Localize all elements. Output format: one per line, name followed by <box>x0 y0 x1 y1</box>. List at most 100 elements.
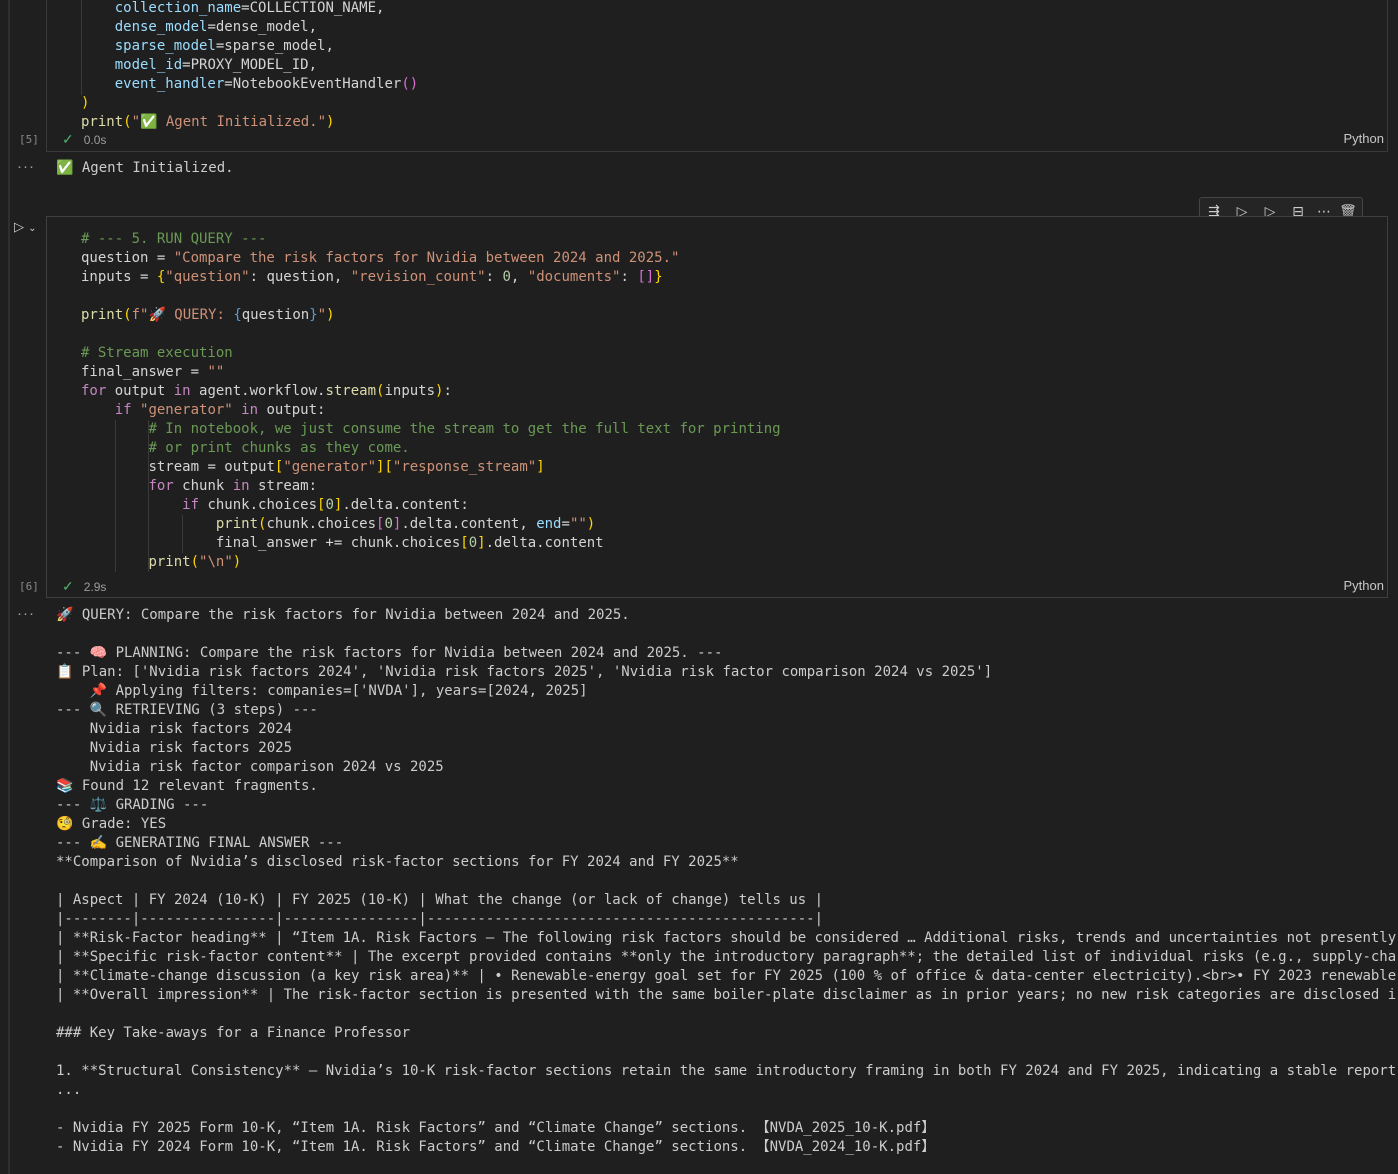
code-token: model_id <box>114 57 183 73</box>
code-token: inputs = <box>81 269 157 285</box>
code-line[interactable]: # In notebook, we just consume the strea… <box>81 420 781 439</box>
code-line[interactable]: for chunk in stream: <box>81 477 781 496</box>
code-line[interactable]: model_id=PROXY_MODEL_ID, <box>81 56 418 75</box>
code-line[interactable]: dense_model=dense_model, <box>81 18 418 37</box>
code-token: =sparse_model, <box>215 38 334 54</box>
code-line[interactable] <box>81 287 781 306</box>
output-line: --- ⚖️ GRADING --- <box>56 797 209 813</box>
code-token: question <box>81 250 157 266</box>
execution-status: ✓ 2.9s <box>62 578 106 595</box>
execution-duration: 0.0s <box>83 133 107 147</box>
code-line[interactable]: # or print chunks as they come. <box>81 439 781 458</box>
code-line[interactable]: question = "Compare the risk factors for… <box>81 249 781 268</box>
execution-status: ✓ 0.0s <box>62 131 106 148</box>
check-icon: ✓ <box>62 578 74 594</box>
code-line[interactable]: final_answer = "" <box>81 363 781 382</box>
code-token: "documents" <box>527 269 621 285</box>
code-line[interactable] <box>81 325 781 344</box>
check-icon: ✓ <box>62 131 74 147</box>
code-line[interactable]: if "generator" in output: <box>81 401 781 420</box>
output-line: 🧐 Grade: YES <box>56 816 167 832</box>
code-token: in <box>232 478 250 494</box>
code-token: sparse_model <box>114 38 216 54</box>
code-editor[interactable]: # --- 5. RUN QUERY --- question = "Compar… <box>81 230 781 572</box>
code-line[interactable]: sparse_model=sparse_model, <box>81 37 418 56</box>
run-cell-button[interactable]: ▷ ⌄ <box>14 220 37 235</box>
chevron-down-icon[interactable]: ⌄ <box>28 223 36 234</box>
code-token: 0 <box>502 269 511 285</box>
output-line: ... <box>56 1082 82 1098</box>
code-token: print <box>148 554 191 570</box>
code-line[interactable]: for output in agent.workflow.stream(inpu… <box>81 382 781 401</box>
code-token: 0 <box>384 516 393 532</box>
code-token: # In notebook, we just consume the strea… <box>148 421 781 437</box>
code-line[interactable]: final_answer += chunk.choices[0].delta.c… <box>81 534 781 553</box>
code-line[interactable]: # --- 5. RUN QUERY --- <box>81 230 781 249</box>
code-token: ) <box>326 114 335 130</box>
code-line[interactable]: inputs = {"question": question, "revisio… <box>81 268 781 287</box>
code-token: # --- 5. RUN QUERY --- <box>81 231 267 247</box>
code-line[interactable]: print("✅ Agent Initialized.") <box>81 113 418 132</box>
cell-language[interactable]: Python <box>1344 578 1384 593</box>
output-line: | **Climate-change discussion (a key ris… <box>56 968 1397 984</box>
output-line: - Nvidia FY 2024 Form 10-K, “Item 1A. Ri… <box>56 1139 936 1155</box>
code-token: if <box>114 402 132 418</box>
code-token: .delta.content: <box>342 497 469 513</box>
code-token: in <box>173 383 191 399</box>
code-token: stream <box>325 383 377 399</box>
code-token: ) <box>586 516 596 532</box>
output-line: | **Overall impression** | The risk-fact… <box>56 987 1397 1003</box>
code-token: for <box>81 383 107 399</box>
execution-duration: 2.9s <box>83 580 107 594</box>
code-token: } <box>309 307 318 323</box>
code-token: chunk.choices <box>266 516 377 532</box>
code-line[interactable]: stream = output["generator"]["response_s… <box>81 458 781 477</box>
code-token: ) <box>326 307 335 323</box>
code-line[interactable]: if chunk.choices[0].delta.content: <box>81 496 781 515</box>
code-line[interactable]: print(chunk.choices[0].delta.content, en… <box>81 515 781 534</box>
code-token: =COLLECTION_NAME, <box>241 0 385 16</box>
code-token: =NotebookEventHandler <box>224 76 402 92</box>
output-more-icon[interactable]: ··· <box>17 605 35 622</box>
code-token: collection_name <box>114 0 242 16</box>
code-editor[interactable]: collection_name=COLLECTION_NAME, dense_m… <box>81 0 418 132</box>
code-token: # Stream execution <box>81 345 233 361</box>
code-token: agent.workflow. <box>190 383 326 399</box>
code-token: = <box>561 516 570 532</box>
code-token: =PROXY_MODEL_ID, <box>182 57 318 73</box>
output-more-icon[interactable]: ··· <box>17 158 35 175</box>
code-line[interactable]: # Stream execution <box>81 344 781 363</box>
code-token: # or print chunks as they come. <box>148 440 410 456</box>
output-line: 📌 Applying filters: companies=['NVDA'], … <box>56 683 588 699</box>
code-cell-5[interactable]: collection_name=COLLECTION_NAME, dense_m… <box>46 0 1388 152</box>
output-line: **Comparison of Nvidia’s disclosed risk-… <box>56 854 739 870</box>
code-token: "Compare the risk factors for Nvidia bet… <box>173 250 680 266</box>
code-token: ) <box>232 554 242 570</box>
output-line: 1. **Structural Consistency** – Nvidia’s… <box>56 1063 1397 1079</box>
code-token: print <box>81 114 124 130</box>
code-line[interactable]: print("\n") <box>81 553 781 572</box>
code-token: " <box>317 307 327 323</box>
code-token: "revision_count" <box>350 269 486 285</box>
code-cell-6[interactable]: # --- 5. RUN QUERY --- question = "Compar… <box>46 216 1388 598</box>
code-token: ( <box>123 114 132 130</box>
code-token: .delta.content, <box>401 516 537 532</box>
code-token: 0 <box>468 535 478 551</box>
code-line[interactable]: collection_name=COLLECTION_NAME, <box>81 0 418 18</box>
cell-language[interactable]: Python <box>1344 131 1384 146</box>
code-token: : <box>620 269 638 285</box>
code-token: event_handler <box>114 76 225 92</box>
code-token: = <box>156 250 174 266</box>
output-line: --- 🔍 RETRIEVING (3 steps) --- <box>56 702 318 718</box>
code-token: ( <box>123 307 132 323</box>
code-line[interactable]: event_handler=NotebookEventHandler() <box>81 75 418 94</box>
output-line: Nvidia risk factors 2024 <box>56 721 293 737</box>
code-token: final_answer = <box>81 364 208 380</box>
code-line[interactable]: print(f"🚀 QUERY: {question}") <box>81 306 781 325</box>
code-token: print <box>215 516 259 532</box>
code-line[interactable]: ) <box>81 94 418 113</box>
